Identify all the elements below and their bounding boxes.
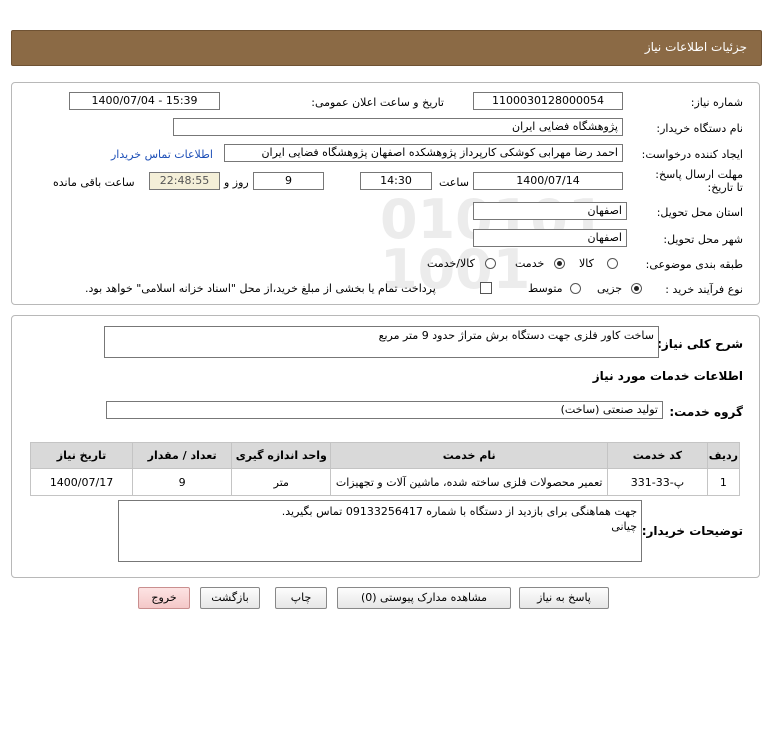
deadline-time-field: 14:30 xyxy=(360,172,432,190)
attachments-button[interactable]: مشاهده مدارک پیوستی (0) xyxy=(337,587,511,609)
col-service-name: نام خدمت xyxy=(330,442,608,469)
summary-field: ساخت کاور فلزی جهت دستگاه برش متراژ حدود… xyxy=(104,326,659,358)
service-group-field: تولید صنعتی (ساخت) xyxy=(106,401,663,419)
reply-button[interactable]: پاسخ به نیاز xyxy=(519,587,609,609)
buyer-contact-link[interactable]: اطلاعات تماس خریدار xyxy=(111,148,213,161)
print-button[interactable]: چاپ xyxy=(275,587,327,609)
process-minor-radio[interactable] xyxy=(631,283,642,294)
buyer-notes-label: توضیحات خریدار: xyxy=(641,524,743,538)
days-remaining-field: 9 xyxy=(253,172,324,190)
col-quantity: تعداد / مقدار xyxy=(132,442,233,469)
deadline-time-label: ساعت xyxy=(439,176,469,189)
city-field: اصفهان xyxy=(473,229,627,247)
buyer-notes-line1: جهت هماهنگی برای بازدید از دستگاه با شما… xyxy=(281,505,637,518)
announce-date-label: تاریخ و ساعت اعلان عمومی: xyxy=(311,96,444,109)
process-minor-label: جزیی xyxy=(597,282,623,295)
category-both-label: کالا/خدمت xyxy=(427,257,475,270)
table-header-row: ردیف کد خدمت نام خدمت واحد اندازه گیری ت… xyxy=(29,442,741,469)
buyer-notes-box: جهت هماهنگی برای بازدید از دستگاه با شما… xyxy=(118,500,642,562)
cell-quantity: 9 xyxy=(132,468,233,496)
cell-row-number: 1 xyxy=(706,468,741,496)
treasury-checkbox[interactable] xyxy=(480,282,492,294)
process-label: نوع فرآیند خرید : xyxy=(665,283,743,296)
category-service-label: خدمت xyxy=(515,257,545,270)
buyer-org-label: نام دستگاه خریدار: xyxy=(656,122,743,135)
announce-date-field: 1400/07/04 - 15:39 xyxy=(69,92,220,110)
cell-service-code: پ-33-331 xyxy=(607,468,708,496)
cell-unit: متر xyxy=(231,468,332,496)
category-goods-label: کالا xyxy=(579,257,594,270)
col-unit: واحد اندازه گیری xyxy=(231,442,332,469)
page-title: جزئیات اطلاعات نیاز xyxy=(644,40,747,54)
col-row-number: ردیف xyxy=(706,442,741,469)
requester-label: ایجاد کننده درخواست: xyxy=(641,148,743,161)
col-need-date: تاریخ نیاز xyxy=(29,442,134,469)
services-heading: اطلاعات خدمات مورد نیاز xyxy=(592,369,743,383)
table-row: 1 پ-33-331 تعمیر محصولات فلزی ساخته شده،… xyxy=(29,468,741,496)
buyer-notes-line2: چیانی xyxy=(611,520,637,533)
category-label: طبقه بندی موضوعی: xyxy=(645,258,743,271)
category-goods-radio[interactable] xyxy=(607,258,618,269)
deadline-date-field: 1400/07/14 xyxy=(473,172,623,190)
page-header: جزئیات اطلاعات نیاز xyxy=(11,30,762,66)
category-both-radio[interactable] xyxy=(485,258,496,269)
days-label: روز و xyxy=(224,176,249,189)
cell-need-date: 1400/07/17 xyxy=(29,468,134,496)
city-label: شهر محل تحویل: xyxy=(663,233,743,246)
cell-service-name: تعمیر محصولات فلزی ساخته شده، ماشین آلات… xyxy=(330,468,608,496)
treasury-note: پرداخت تمام یا بخشی از مبلغ خرید،از محل … xyxy=(85,282,436,295)
process-medium-radio[interactable] xyxy=(570,283,581,294)
col-service-code: کد خدمت xyxy=(607,442,708,469)
need-number-field: 1100030128000054 xyxy=(473,92,623,110)
service-group-label: گروه خدمت: xyxy=(669,405,743,419)
services-table: ردیف کد خدمت نام خدمت واحد اندازه گیری ت… xyxy=(29,442,741,496)
summary-label: شرح کلی نیاز: xyxy=(657,337,743,351)
province-field: اصفهان xyxy=(473,202,627,220)
deadline-label: مهلت ارسال پاسخ: تا تاریخ: xyxy=(655,168,743,194)
need-number-label: شماره نیاز: xyxy=(690,96,743,109)
back-button[interactable]: بازگشت xyxy=(200,587,260,609)
requester-field: احمد رضا مهرابی کوشکی کارپرداز پژوهشکده … xyxy=(224,144,623,162)
remaining-time-field: 22:48:55 xyxy=(149,172,220,190)
remaining-time-label: ساعت باقی مانده xyxy=(53,176,135,189)
province-label: استان محل تحویل: xyxy=(656,206,743,219)
exit-button[interactable]: خروج xyxy=(138,587,190,609)
buyer-org-field: پژوهشگاه فضایی ایران xyxy=(173,118,623,136)
process-medium-label: متوسط xyxy=(528,282,563,295)
category-service-radio[interactable] xyxy=(554,258,565,269)
